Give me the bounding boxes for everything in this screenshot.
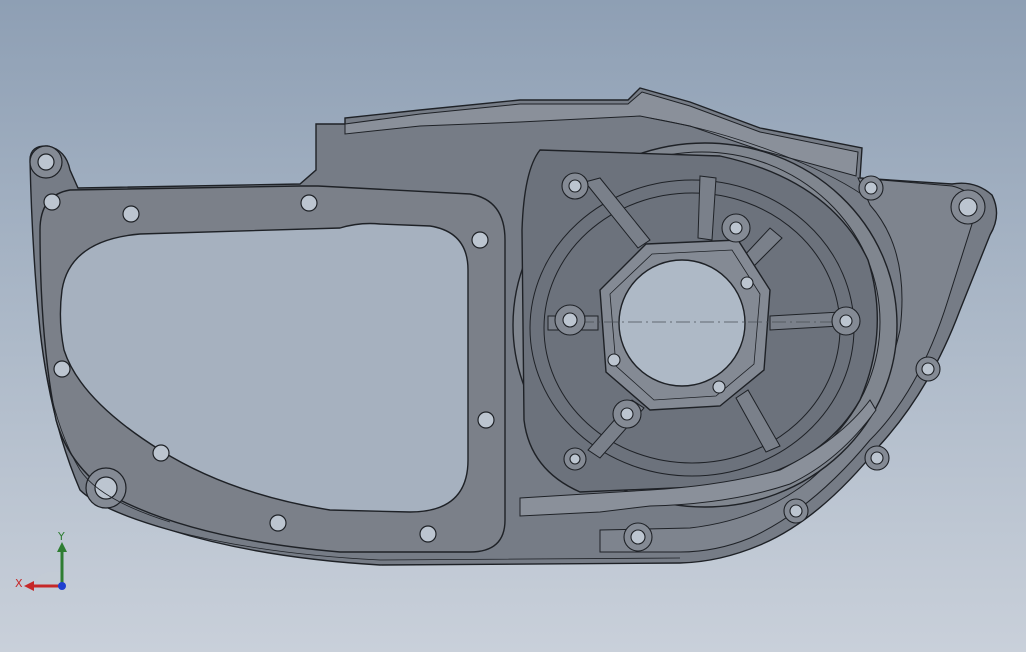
- boss-hole: [562, 312, 578, 328]
- boss-hole: [620, 407, 634, 421]
- boss-hole: [839, 314, 853, 328]
- bearing-bore: [618, 259, 746, 387]
- rim-hole: [921, 362, 935, 376]
- mount-hole: [43, 193, 61, 211]
- boss-hole: [712, 380, 726, 394]
- bolt-hole: [269, 514, 287, 532]
- y-axis-label: Y: [57, 530, 65, 543]
- z-axis-dot: [58, 582, 66, 590]
- bolt-hole: [300, 194, 318, 212]
- crankcase-cover-model[interactable]: [0, 0, 1026, 652]
- boss-hole: [740, 276, 754, 290]
- rim-hole: [630, 529, 646, 545]
- bolt-hole: [122, 205, 140, 223]
- rim-hole: [864, 181, 878, 195]
- triad-shadow: [32, 571, 62, 586]
- x-axis-label: X: [15, 577, 23, 590]
- boss-hole: [607, 353, 621, 367]
- bolt-hole: [53, 360, 71, 378]
- cad-graphics-viewport[interactable]: X Y: [0, 0, 1026, 652]
- x-axis-arrowhead: [24, 581, 34, 591]
- bolt-hole: [471, 231, 489, 249]
- reference-triad[interactable]: X Y: [12, 530, 82, 600]
- rim-hole: [870, 451, 884, 465]
- bolt-hole: [419, 525, 437, 543]
- boss-hole: [568, 179, 582, 193]
- boss-hole: [569, 453, 581, 465]
- boss-hole: [729, 221, 743, 235]
- rim-hole: [789, 504, 803, 518]
- mount-hole: [37, 153, 55, 171]
- mount-hole: [94, 476, 118, 500]
- y-axis-arrowhead: [57, 542, 67, 552]
- bolt-hole: [477, 411, 495, 429]
- rim-hole: [958, 197, 978, 217]
- bolt-hole: [152, 444, 170, 462]
